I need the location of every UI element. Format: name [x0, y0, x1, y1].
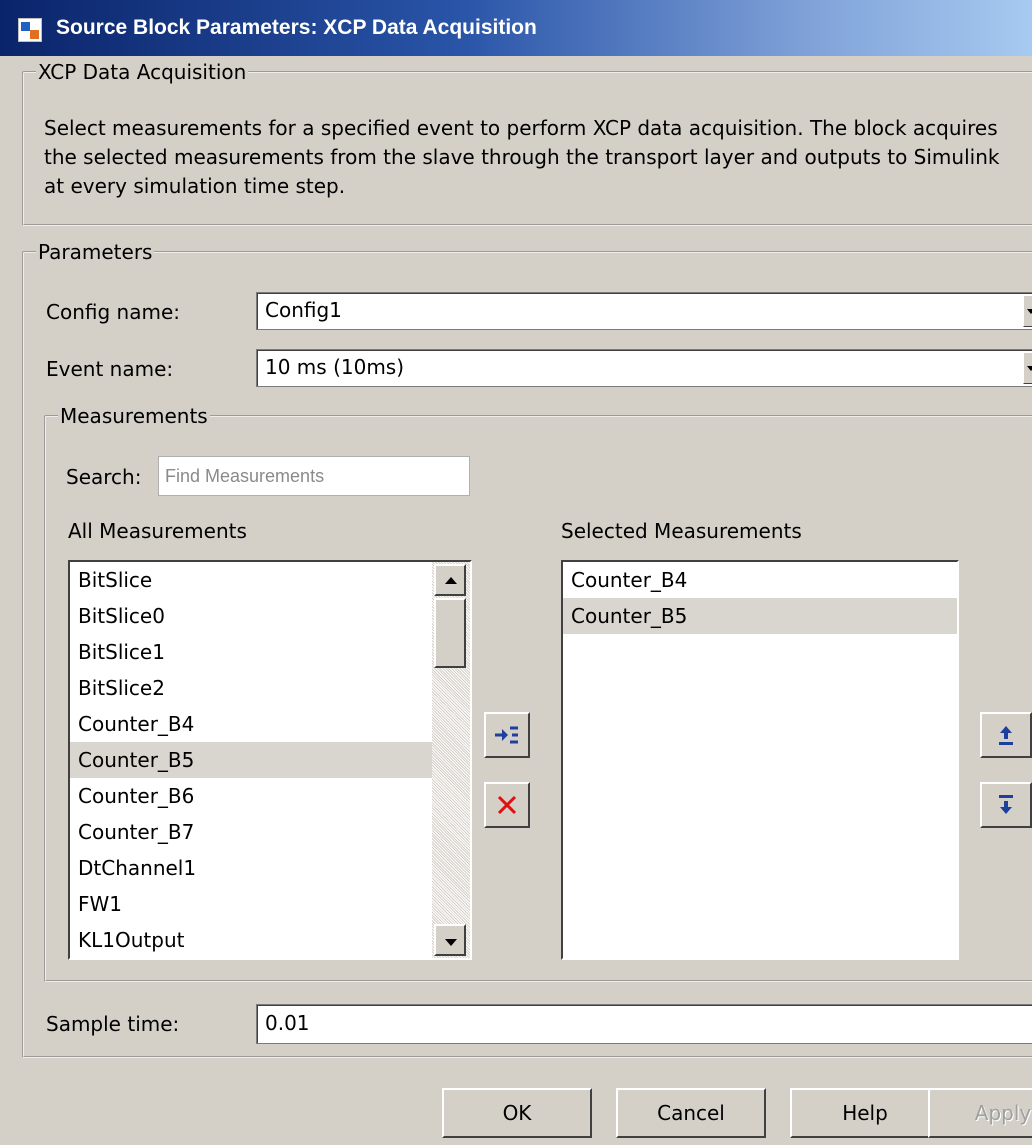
all-measurements-list[interactable]: BitSlice BitSlice0 BitSlice1 BitSlice2 Count…: [68, 560, 472, 960]
sample-time-label: Sample time:: [46, 1012, 180, 1036]
scroll-down-button[interactable]: [434, 924, 466, 956]
sample-time-field[interactable]: 0.01: [256, 1004, 1032, 1044]
cancel-button[interactable]: Cancel: [616, 1088, 766, 1138]
add-to-list-icon: [495, 726, 518, 744]
arrow-down-icon: [445, 939, 457, 946]
description-text: Select measurements for a specified even…: [44, 116, 1000, 198]
scrollbar[interactable]: [432, 562, 470, 958]
selected-measurements-list[interactable]: Counter_B4 Counter_B5: [561, 560, 959, 960]
remove-measurement-button[interactable]: [484, 782, 530, 828]
chevron-down-icon[interactable]: [1023, 295, 1032, 327]
list-item[interactable]: FW1: [70, 886, 432, 922]
move-up-button[interactable]: [980, 712, 1032, 758]
sample-time-value: 0.01: [265, 1011, 310, 1035]
chevron-down-icon[interactable]: [1023, 352, 1032, 384]
list-item[interactable]: Counter_B7: [70, 814, 432, 850]
list-item[interactable]: BitSlice1: [70, 634, 432, 670]
help-button[interactable]: Help: [790, 1088, 940, 1138]
event-name-label: Event name:: [46, 357, 174, 381]
search-input[interactable]: [158, 456, 470, 496]
measurements-legend: Measurements: [60, 404, 208, 428]
list-item[interactable]: BitSlice: [70, 562, 432, 598]
apply-button[interactable]: Apply: [928, 1088, 1032, 1138]
selected-measurements-label: Selected Measurements: [561, 519, 802, 543]
list-item[interactable]: Counter_B4: [563, 562, 957, 598]
event-name-value: 10 ms (10ms): [265, 355, 405, 379]
move-down-button[interactable]: [980, 782, 1032, 828]
simulink-block-icon[interactable]: [18, 18, 42, 42]
list-item[interactable]: KL1Output: [70, 922, 432, 958]
all-measurements-label: All Measurements: [68, 519, 247, 543]
arrow-up-icon: [445, 577, 457, 584]
event-name-dropdown[interactable]: 10 ms (10ms): [256, 349, 1032, 387]
parameters-legend: Parameters: [38, 240, 153, 264]
config-name-label: Config name:: [46, 300, 180, 324]
ok-button[interactable]: OK: [442, 1088, 592, 1138]
title-bar[interactable]: Source Block Parameters: XCP Data Acquis…: [0, 0, 1032, 56]
move-up-icon: [999, 726, 1013, 745]
add-measurement-button[interactable]: [484, 712, 530, 758]
window-title: Source Block Parameters: XCP Data Acquis…: [56, 16, 537, 39]
scroll-up-button[interactable]: [434, 564, 466, 596]
search-label: Search:: [66, 465, 142, 489]
config-name-value: Config1: [265, 298, 342, 322]
config-name-dropdown[interactable]: Config1: [256, 292, 1032, 330]
list-item[interactable]: BitSlice0: [70, 598, 432, 634]
list-item[interactable]: Counter_B5: [563, 598, 957, 634]
description-legend: XCP Data Acquisition: [38, 60, 247, 84]
list-item[interactable]: BitSlice2: [70, 670, 432, 706]
list-item[interactable]: DtChannel1: [70, 850, 432, 886]
move-down-icon: [999, 795, 1013, 814]
list-item[interactable]: Counter_B5: [70, 742, 432, 778]
list-item[interactable]: Counter_B4: [70, 706, 432, 742]
scroll-thumb[interactable]: [434, 598, 466, 668]
remove-icon: [497, 795, 517, 815]
list-item[interactable]: Counter_B6: [70, 778, 432, 814]
